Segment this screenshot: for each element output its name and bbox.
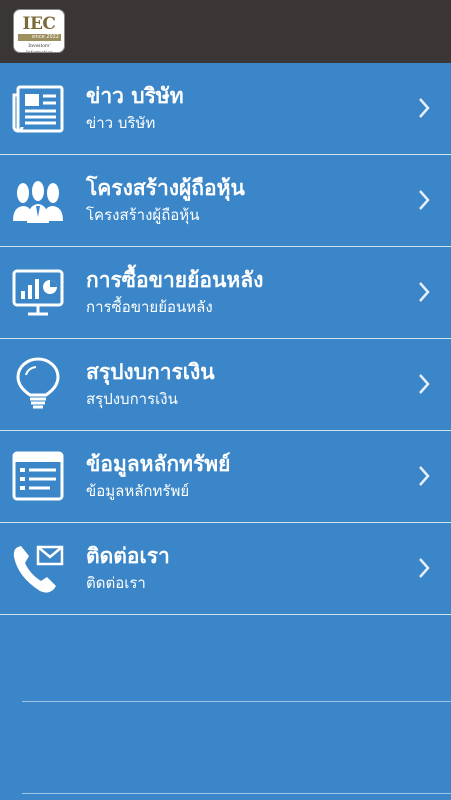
menu-item-financial-summary[interactable]: สรุปงบการเงิน สรุปงบการเงิน bbox=[0, 339, 451, 431]
trading-chart-icon bbox=[10, 265, 66, 321]
menu-item-subtitle: ข่าว บริษัท bbox=[86, 114, 156, 132]
list-divider bbox=[22, 793, 451, 794]
chevron-right-icon bbox=[417, 96, 431, 120]
menu-item-subtitle: โครงสร้างผู้ถือหุ้น bbox=[86, 206, 200, 224]
top-bar: IEC since 2022 Investors' Information bbox=[0, 0, 451, 63]
chevron-right-icon bbox=[417, 280, 431, 304]
menu-item-title: สรุปงบการเงิน bbox=[86, 360, 215, 384]
menu-item-shareholders[interactable]: โครงสร้างผู้ถือหุ้น โครงสร้างผู้ถือหุ้น bbox=[0, 155, 451, 247]
securities-list-icon bbox=[10, 449, 66, 505]
menu-item-title: การซื้อขายย้อนหลัง bbox=[86, 268, 264, 292]
menu-item-title: ข้อมูลหลักทรัพย์ bbox=[86, 452, 231, 476]
main-menu: ข่าว บริษัท ข่าว บริษัท โครงสร้างผู้ถือห… bbox=[0, 63, 451, 615]
menu-item-subtitle: การซื้อขายย้อนหลัง bbox=[86, 298, 213, 316]
menu-item-title: โครงสร้างผู้ถือหุ้น bbox=[86, 176, 245, 200]
menu-item-company-news[interactable]: ข่าว บริษัท ข่าว บริษัท bbox=[0, 63, 451, 155]
chevron-right-icon bbox=[417, 188, 431, 212]
shareholders-icon bbox=[10, 173, 66, 229]
menu-item-title: ติดต่อเรา bbox=[86, 544, 170, 568]
menu-item-securities-info[interactable]: ข้อมูลหลักทรัพย์ ข้อมูลหลักทรัพย์ bbox=[0, 431, 451, 523]
lightbulb-icon bbox=[10, 357, 66, 413]
menu-item-subtitle: ติดต่อเรา bbox=[86, 574, 146, 592]
menu-item-contact-us[interactable]: ติดต่อเรา ติดต่อเรา bbox=[0, 523, 451, 615]
menu-item-title: ข่าว บริษัท bbox=[86, 84, 184, 108]
menu-item-trading-history[interactable]: การซื้อขายย้อนหลัง การซื้อขายย้อนหลัง bbox=[0, 247, 451, 339]
app-logo: IEC since 2022 Investors' Information bbox=[13, 9, 65, 53]
logo-mark: IEC bbox=[22, 14, 56, 34]
newspaper-icon bbox=[10, 81, 66, 137]
menu-item-subtitle: ข้อมูลหลักทรัพย์ bbox=[86, 482, 190, 500]
chevron-right-icon bbox=[417, 556, 431, 580]
contact-phone-icon bbox=[10, 541, 66, 597]
menu-item-subtitle: สรุปงบการเงิน bbox=[86, 390, 178, 408]
chevron-right-icon bbox=[417, 464, 431, 488]
list-divider bbox=[22, 701, 451, 702]
logo-caption: Investors' Information bbox=[26, 44, 53, 52]
chevron-right-icon bbox=[417, 372, 431, 396]
logo-since: since 2022 bbox=[18, 34, 61, 41]
